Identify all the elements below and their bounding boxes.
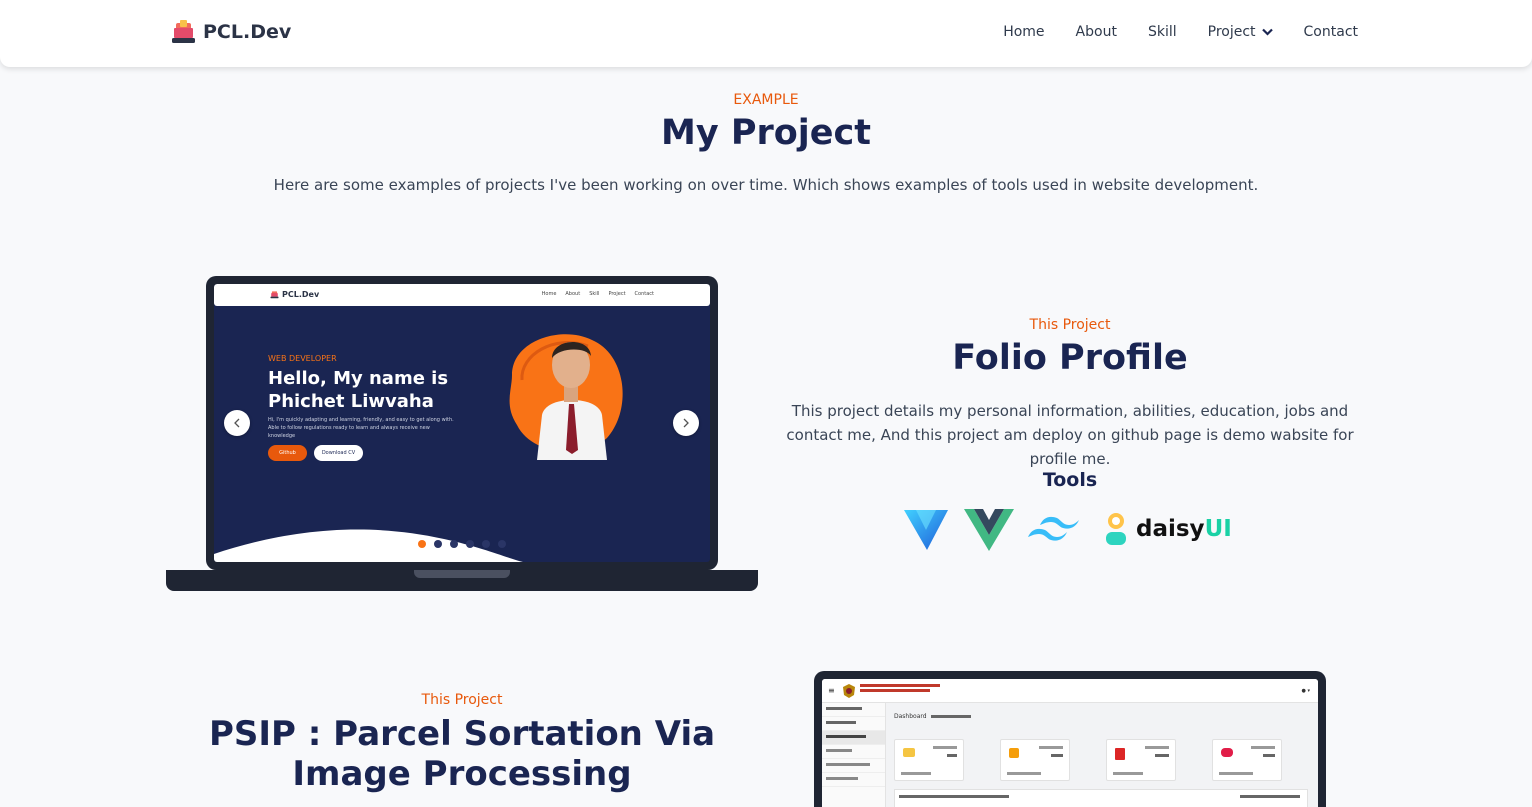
preview-nav-project: Project — [608, 291, 626, 297]
project2-laptop-mockup: ≡ ● ▾ Dashboard — [814, 671, 1326, 807]
project2-eyebrow: This Project — [421, 692, 503, 708]
project1-tools-heading: Tools — [1042, 469, 1098, 491]
vite-icon — [902, 506, 950, 552]
chevron-left-icon — [234, 418, 240, 428]
nav-project-label: Project — [1207, 24, 1256, 40]
preview-breadcrumb: Dashboard — [894, 713, 972, 720]
daisyui-label-accent: UI — [1204, 516, 1232, 542]
carousel-indicators — [418, 540, 506, 548]
preview-sidebar — [822, 703, 886, 807]
user-icon: ● — [1301, 688, 1306, 694]
daisyui-label: daisy — [1136, 516, 1205, 542]
preview-nav-links: Home About Skill Project Contact — [542, 291, 654, 297]
preview-sidebar-item — [822, 745, 885, 759]
chevron-right-icon — [683, 418, 689, 428]
carousel-next-button[interactable] — [673, 410, 699, 436]
nav-skill[interactable]: Skill — [1148, 24, 1177, 40]
preview-stat-card — [894, 739, 964, 781]
nav-about[interactable]: About — [1076, 24, 1117, 40]
preview-nav-home: Home — [541, 291, 557, 297]
preview-stat-card — [1000, 739, 1070, 781]
preview-topbar: ≡ ● ▾ — [822, 679, 1318, 703]
brand-name: PCL.Dev — [203, 21, 292, 43]
preview-sidebar-item — [822, 717, 885, 731]
page-title: My Project — [661, 113, 871, 153]
preview-hero-description: Hi, I'm quickly adapting and learning, f… — [268, 417, 454, 439]
section-eyebrow: EXAMPLE — [733, 92, 799, 108]
nav-project-dropdown[interactable]: Project — [1208, 24, 1273, 40]
preview-sidebar-item — [822, 731, 885, 745]
preview-navbar: PCL.Dev Home About Skill Project Contact — [214, 284, 710, 306]
carousel-dot[interactable] — [450, 540, 458, 548]
nav-links: Home About Skill Project Contact — [1003, 24, 1358, 40]
preview-brand: PCL.Dev — [270, 290, 319, 299]
carousel-dot[interactable] — [418, 540, 426, 548]
section-intro: Here are some examples of projects I've … — [273, 176, 1259, 194]
navbar: PCL.Dev Home About Skill Project Contact — [0, 0, 1532, 67]
project1-eyebrow: This Project — [1029, 317, 1111, 333]
carousel-prev-button[interactable] — [224, 410, 250, 436]
brand-logo-link[interactable]: PCL.Dev — [171, 19, 291, 45]
preview-nav-about: About — [565, 291, 581, 297]
project1-tools-list: daisyUI — [902, 506, 1232, 552]
preview-user-menu: ● ▾ — [1301, 688, 1310, 694]
preview-stat-card — [1212, 739, 1282, 781]
preview-stat-card — [1106, 739, 1176, 781]
vue-icon — [964, 506, 1014, 552]
preview-brand-name: PCL.Dev — [282, 290, 320, 299]
laptop-logo-icon — [270, 291, 279, 299]
preview-nav-contact: Contact — [634, 291, 654, 297]
tailwind-icon — [1028, 506, 1080, 552]
project2-preview-screen: ≡ ● ▾ Dashboard — [822, 679, 1318, 807]
project1-description: This project details my personal informa… — [786, 402, 1354, 468]
carousel-dot[interactable] — [466, 540, 474, 548]
nav-contact[interactable]: Contact — [1304, 24, 1358, 40]
menu-icon: ≡ — [828, 686, 835, 695]
laptop-notch — [414, 570, 510, 578]
carousel-dot[interactable] — [482, 540, 490, 548]
preview-hero-portrait — [509, 334, 623, 460]
nav-home[interactable]: Home — [1003, 24, 1044, 40]
university-seal-icon — [843, 684, 855, 698]
project2-title: PSIP : Parcel Sortation Via Image Proces… — [208, 714, 716, 794]
carousel-dot[interactable] — [498, 540, 506, 548]
chevron-down-icon — [1261, 28, 1273, 36]
project1-preview-screen: PCL.Dev Home About Skill Project Contact… — [214, 284, 710, 562]
preview-hero-title: Hello, My name is Phichet Liwvaha — [268, 368, 449, 412]
preview-sidebar-item — [822, 773, 885, 787]
project1-laptop-mockup: PCL.Dev Home About Skill Project Contact… — [166, 276, 758, 591]
laptop-logo-icon — [172, 20, 195, 43]
preview-app-title-bar — [860, 684, 940, 692]
daisyui-icon: daisyUI — [1104, 506, 1232, 552]
preview-sidebar-item — [822, 759, 885, 773]
preview-table-header — [894, 789, 1308, 807]
preview-sidebar-item — [822, 703, 885, 717]
preview-eyebrow: WEB DEVELOPER — [268, 354, 337, 363]
carousel-dot[interactable] — [434, 540, 442, 548]
preview-breadcrumb-label: Dashboard — [894, 713, 927, 720]
preview-download-cv-button: Download CV — [314, 445, 363, 461]
preview-github-button: Github — [268, 445, 307, 461]
laptop-screen-frame: PCL.Dev Home About Skill Project Contact… — [206, 276, 718, 570]
preview-nav-skill: Skill — [589, 291, 600, 297]
project1-title: Folio Profile — [952, 338, 1188, 378]
